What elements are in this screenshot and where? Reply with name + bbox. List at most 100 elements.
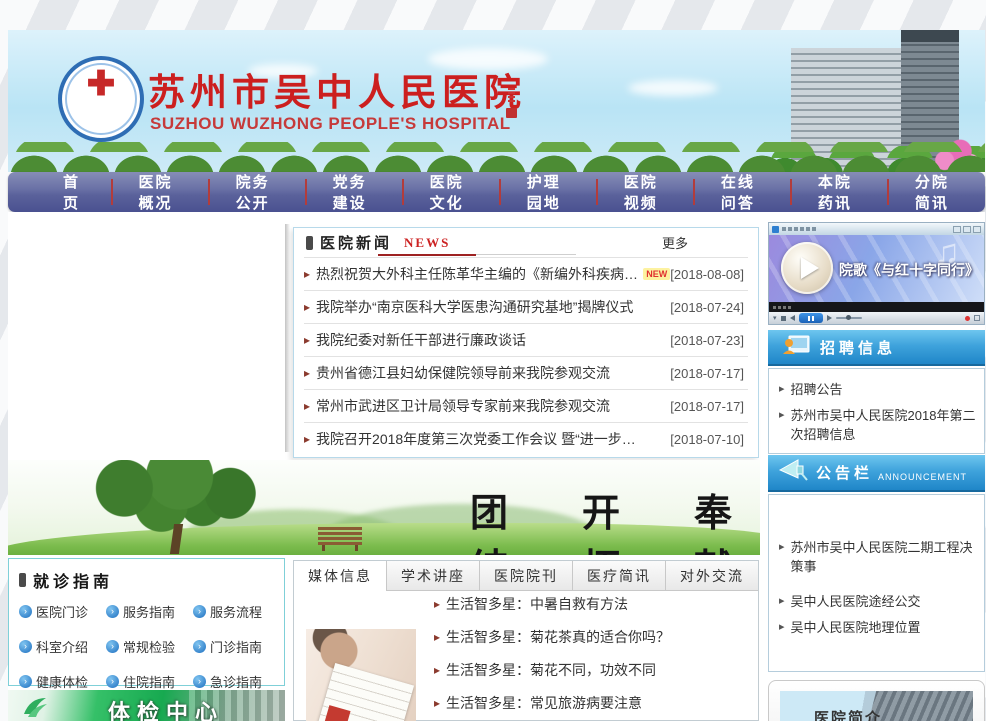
tab[interactable]: 媒体信息 xyxy=(294,561,387,590)
article-thumbnail-image[interactable] xyxy=(306,629,416,721)
guide-item[interactable]: 服务流程 xyxy=(193,602,280,621)
nav-item[interactable]: 本院药讯 xyxy=(791,172,888,212)
article-item[interactable]: 生活智多星：常见旅游病要注意 xyxy=(434,686,748,719)
news-item-date: [2018-07-17] xyxy=(670,366,744,381)
maximize-icon[interactable] xyxy=(963,226,971,233)
news-item-title[interactable]: 我院纪委对新任干部进行廉政谈话 xyxy=(316,330,526,350)
guide-item[interactable]: 常规检验 xyxy=(106,637,193,656)
news-item[interactable]: 我院纪委对新任干部进行廉政谈话 NEW [2018-07-23] xyxy=(304,323,748,356)
menu-dropdown-icon[interactable] xyxy=(773,315,777,322)
tab[interactable]: 医疗简讯 xyxy=(573,561,666,590)
guide-item-label[interactable]: 科室介绍 xyxy=(36,637,88,656)
guide-item[interactable]: 急诊指南 xyxy=(193,672,280,691)
guide-item[interactable]: 科室介绍 xyxy=(19,637,106,656)
guide-item[interactable]: 住院指南 xyxy=(106,672,193,691)
guide-item[interactable]: 医院门诊 xyxy=(19,602,106,621)
nav-item[interactable]: 院务公开 xyxy=(209,172,306,212)
record-icon[interactable] xyxy=(965,316,970,321)
article-item[interactable]: 生活智多星：菊花茶真的适合你吗？ xyxy=(434,620,748,653)
news-item-date: [2018-07-10] xyxy=(670,432,744,447)
article-item-title[interactable]: 生活智多星：菊花茶真的适合你吗？ xyxy=(446,627,670,647)
tab[interactable]: 学术讲座 xyxy=(387,561,480,590)
tab-label[interactable]: 医疗简讯 xyxy=(587,566,651,586)
announcement-item-title[interactable]: 苏州市吴中人民医院二期工程决策事 xyxy=(791,539,976,577)
pause-button[interactable] xyxy=(799,313,823,323)
recruit-item[interactable]: 招聘公告 xyxy=(779,381,976,400)
stop-icon[interactable] xyxy=(781,316,786,321)
news-item-title[interactable]: 我院举办“南京医科大学医患沟通研究基地”揭牌仪式 xyxy=(316,297,633,317)
guide-item-label[interactable]: 住院指南 xyxy=(123,672,175,691)
news-item-title[interactable]: 我院召开2018年度第三次党委工作会议 暨“进一步解放思想 xyxy=(316,429,648,449)
nav-item[interactable]: 医院文化 xyxy=(403,172,500,212)
treeline-decoration xyxy=(8,142,985,172)
news-item-title[interactable]: 贵州省德江县妇幼保健院领导前来我院参观交流 xyxy=(316,363,610,383)
arrow-bullet-icon xyxy=(779,620,785,638)
nav-item[interactable]: 党务建设 xyxy=(306,172,403,212)
checkup-title: 体检中心 xyxy=(108,695,224,721)
news-more-link[interactable]: 更多 xyxy=(662,233,688,252)
announcement-list: 苏州市吴中人民医院二期工程决策事 吴中人民医院途经公交 吴中人民医院地理位置 xyxy=(768,494,985,672)
guide-item-label[interactable]: 常规检验 xyxy=(123,637,175,656)
nav-item[interactable]: 医院视频 xyxy=(597,172,694,212)
announcement-item[interactable]: 吴中人民医院地理位置 xyxy=(779,619,976,638)
next-icon[interactable] xyxy=(827,315,832,321)
article-item[interactable]: 生活智多星：菊花不同，功效不同 xyxy=(434,653,748,686)
bench-image xyxy=(318,527,362,545)
nav-item[interactable]: 分院简讯 xyxy=(888,172,985,212)
guide-item-label[interactable]: 健康体检 xyxy=(36,672,88,691)
close-icon[interactable] xyxy=(973,226,981,233)
guide-item-label[interactable]: 服务流程 xyxy=(210,602,262,621)
tab-label[interactable]: 对外交流 xyxy=(680,566,744,586)
previous-icon[interactable] xyxy=(790,315,795,321)
fullscreen-icon[interactable] xyxy=(974,315,980,321)
recruit-item-title[interactable]: 苏州市吴中人民医院2018年第二次招聘信息 xyxy=(791,407,976,445)
divider-line xyxy=(476,254,576,255)
tree-image xyxy=(60,460,290,538)
guide-item-label[interactable]: 服务指南 xyxy=(123,602,175,621)
tab-label[interactable]: 医院院刊 xyxy=(494,566,558,586)
article-item-title[interactable]: 生活智多星：中暑自救有方法 xyxy=(446,594,628,614)
arrow-bullet-icon xyxy=(304,300,310,314)
hospital-intro-card[interactable]: 医院简介 xyxy=(768,680,985,721)
article-item-title[interactable]: 生活智多星：菊花不同，功效不同 xyxy=(446,660,656,680)
tab-article-list: 生活智多星：中暑自救有方法 生活智多星：菊花茶真的适合你吗？ 生活智多星：菊花不… xyxy=(434,587,748,719)
news-item-title[interactable]: 热烈祝贺大外科主任陈革华主编的《新编外科疾病诊断与治 xyxy=(316,264,638,284)
news-item[interactable]: 常州市武进区卫计局领导专家前来我院参观交流 NEW [2018-07-17] xyxy=(304,389,748,422)
tab[interactable]: 医院院刊 xyxy=(480,561,573,590)
news-item-title[interactable]: 常州市武进区卫计局领导专家前来我院参观交流 xyxy=(316,396,610,416)
recruit-item[interactable]: 苏州市吴中人民医院2018年第二次招聘信息 xyxy=(779,407,976,445)
nav-item[interactable]: 医院概况 xyxy=(112,172,209,212)
volume-slider[interactable] xyxy=(836,317,862,319)
arrow-bullet-icon xyxy=(304,267,310,281)
play-button[interactable] xyxy=(781,242,833,294)
guide-item[interactable]: 服务指南 xyxy=(106,602,193,621)
nav-item[interactable]: 首页 xyxy=(36,172,112,212)
announcement-item[interactable]: 吴中人民医院途经公交 xyxy=(779,593,976,612)
guide-item[interactable]: 门诊指南 xyxy=(193,637,280,656)
announcement-item[interactable]: 苏州市吴中人民医院二期工程决策事 xyxy=(779,539,976,577)
article-item-title[interactable]: 生活智多星：常见旅游病要注意 xyxy=(446,693,642,713)
arrow-bullet-icon xyxy=(434,597,440,611)
nav-item[interactable]: 在线问答 xyxy=(694,172,791,212)
news-item[interactable]: 贵州省德江县妇幼保健院领导前来我院参观交流 NEW [2018-07-17] xyxy=(304,356,748,389)
guide-item-label[interactable]: 门诊指南 xyxy=(210,637,262,656)
minimize-icon[interactable] xyxy=(953,226,961,233)
article-item[interactable]: 生活智多星：中暑自救有方法 xyxy=(434,587,748,620)
news-item[interactable]: 热烈祝贺大外科主任陈革华主编的《新编外科疾病诊断与治 NEW [2018-08-… xyxy=(304,257,748,290)
checkup-center-banner[interactable]: 体检中心 xyxy=(8,690,285,721)
announcement-item-title[interactable]: 吴中人民医院地理位置 xyxy=(791,619,921,638)
tab-label[interactable]: 媒体信息 xyxy=(308,566,372,586)
recruit-item-title[interactable]: 招聘公告 xyxy=(791,381,843,400)
tab-label[interactable]: 学术讲座 xyxy=(401,566,465,586)
guide-item-label[interactable]: 医院门诊 xyxy=(36,602,88,621)
announcement-item-title[interactable]: 吴中人民医院途经公交 xyxy=(791,593,921,612)
news-item[interactable]: 我院举办“南京医科大学医患沟通研究基地”揭牌仪式 NEW [2018-07-24… xyxy=(304,290,748,323)
arrow-bullet-icon xyxy=(434,630,440,644)
nav-item[interactable]: 护理园地 xyxy=(500,172,597,212)
tab[interactable]: 对外交流 xyxy=(666,561,758,590)
announcement-subtitle: ANNOUNCEMENT xyxy=(878,472,967,482)
guide-item[interactable]: 健康体检 xyxy=(19,672,106,691)
circle-arrow-icon xyxy=(19,640,32,653)
guide-item-label[interactable]: 急诊指南 xyxy=(210,672,262,691)
news-item[interactable]: 我院召开2018年度第三次党委工作会议 暨“进一步解放思想 NEW [2018-… xyxy=(304,422,748,455)
